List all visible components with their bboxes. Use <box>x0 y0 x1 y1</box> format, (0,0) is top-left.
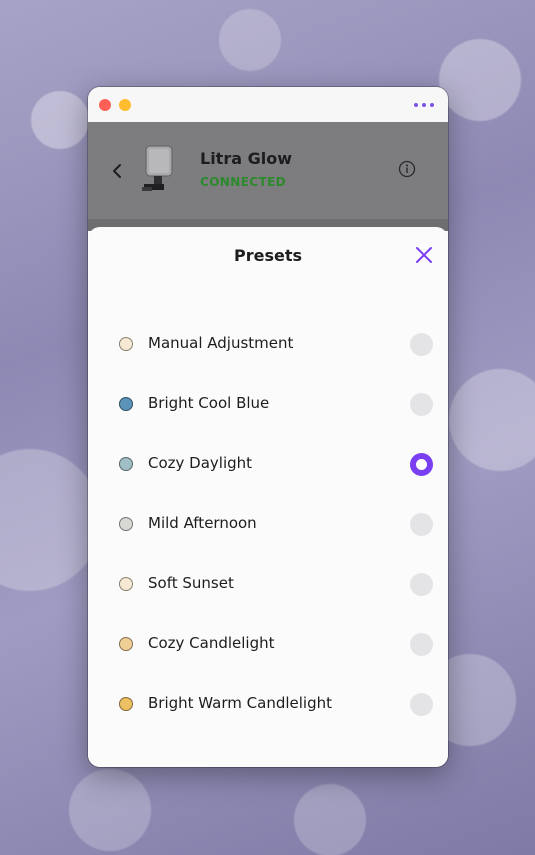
preset-row[interactable]: Soft Sunset <box>88 555 448 615</box>
preset-label: Cozy Daylight <box>148 454 253 472</box>
preset-radio[interactable] <box>410 693 433 716</box>
preset-row[interactable]: Bright Warm Candlelight <box>88 675 448 735</box>
sheet-title: Presets <box>233 246 302 265</box>
color-swatch <box>119 337 133 351</box>
info-icon[interactable] <box>398 160 416 178</box>
preset-label: Mild Afternoon <box>148 514 257 532</box>
preset-label: Bright Warm Candlelight <box>148 694 332 712</box>
preset-list: Manual Adjustment Bright Cool Blue Cozy … <box>88 315 448 735</box>
color-swatch <box>119 697 133 711</box>
preset-radio[interactable] <box>410 333 433 356</box>
preset-label: Manual Adjustment <box>148 334 294 352</box>
back-chevron-icon[interactable] <box>110 162 124 180</box>
color-swatch <box>119 517 133 531</box>
more-options-icon[interactable] <box>414 97 434 113</box>
device-name: Litra Glow <box>200 149 292 168</box>
connection-status: CONNECTED <box>200 175 287 189</box>
preset-radio[interactable] <box>410 573 433 596</box>
preset-row[interactable]: Cozy Candlelight <box>88 615 448 675</box>
color-swatch <box>119 457 133 471</box>
preset-row[interactable]: Cozy Daylight <box>88 435 448 495</box>
preset-radio[interactable] <box>410 393 433 416</box>
preset-radio[interactable] <box>410 513 433 536</box>
color-swatch <box>119 637 133 651</box>
preset-radio[interactable] <box>410 453 433 476</box>
color-swatch <box>119 397 133 411</box>
device-image <box>142 145 173 191</box>
preset-label: Soft Sunset <box>148 574 234 592</box>
preset-row[interactable]: Bright Cool Blue <box>88 375 448 435</box>
presets-sheet: Presets Manual Adjustment Bright Cool Bl… <box>88 227 448 767</box>
minimize-window-button[interactable] <box>119 99 131 111</box>
preset-radio[interactable] <box>410 633 433 656</box>
close-window-button[interactable] <box>99 99 111 111</box>
preset-row[interactable]: Mild Afternoon <box>88 495 448 555</box>
color-swatch <box>119 577 133 591</box>
close-icon[interactable] <box>414 245 434 265</box>
preset-label: Cozy Candlelight <box>148 634 275 652</box>
app-window: Litra Glow CONNECTED Presets Manual Adju… <box>88 87 448 767</box>
title-bar <box>88 87 448 122</box>
preset-row[interactable]: Manual Adjustment <box>88 315 448 375</box>
preset-label: Bright Cool Blue <box>148 394 270 412</box>
device-header: Litra Glow CONNECTED <box>88 122 448 219</box>
